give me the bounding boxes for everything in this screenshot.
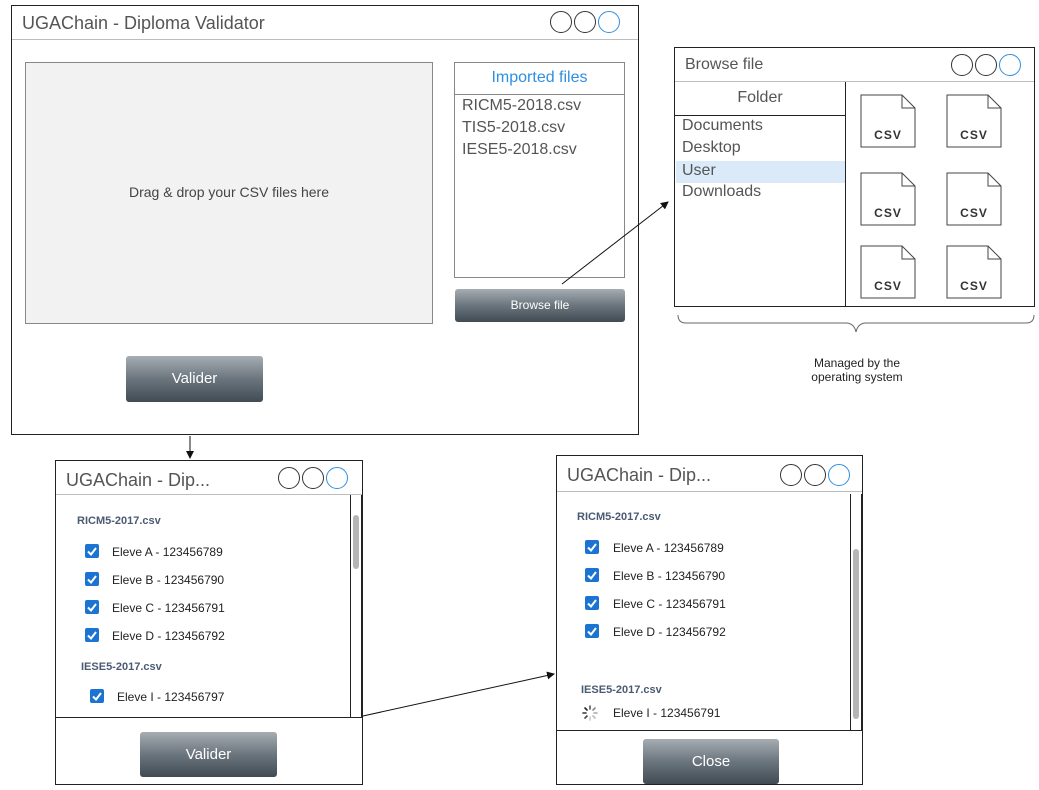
flow-arrows — [186, 201, 669, 717]
arrow-left-to-right — [362, 671, 555, 717]
arrow-browse-to-os — [561, 201, 669, 285]
